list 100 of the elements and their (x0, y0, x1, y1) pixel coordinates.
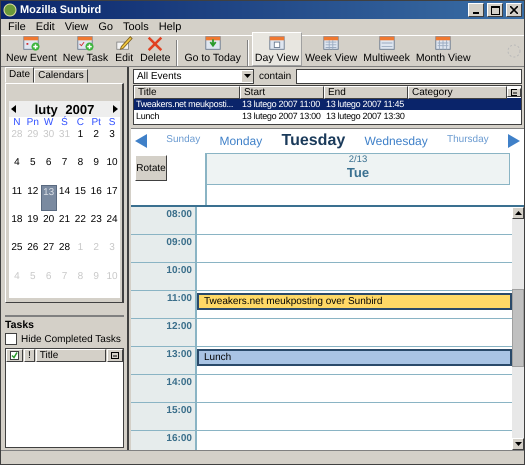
hour-label: 08:00 (131, 207, 197, 234)
hour-label: 12:00 (131, 319, 197, 346)
day-label[interactable]: Wednesday (364, 134, 428, 148)
weekday-label: Ś (60, 117, 69, 128)
checkbox[interactable] (5, 333, 17, 345)
event-row[interactable]: Tweakers.net meukposti... 13 lutego 2007 11:00 13 lutego 2007 11:45 (134, 98, 521, 110)
calendar-day[interactable]: 6 (46, 156, 52, 168)
hour-label: 13:00 (131, 347, 197, 374)
date-label: 2/13 (348, 154, 368, 165)
menu-item[interactable]: Help (154, 21, 186, 33)
calendar-day[interactable]: 22 (74, 213, 86, 225)
checkbox-label: Hide Completed Tasks (21, 334, 121, 344)
completed-column-header[interactable] (6, 349, 23, 362)
menu-item[interactable]: File (3, 21, 31, 33)
column-picker-icon (511, 89, 517, 96)
calendar-day[interactable]: 21 (58, 213, 70, 225)
previous-month-icon[interactable] (11, 105, 16, 113)
calendar-day[interactable]: 10 (106, 156, 118, 168)
delete-icon (148, 36, 162, 52)
event-block[interactable]: Tweakers.net meukposting over Sunbird (197, 293, 512, 310)
calendar-day[interactable]: 16 (90, 184, 102, 197)
maximize-button[interactable] (487, 3, 503, 17)
filter-dropdown[interactable]: All Events (133, 68, 254, 84)
toolbar-button[interactable]: Edit (111, 32, 138, 66)
weekday-label: N (12, 117, 22, 128)
next-month-icon[interactable] (112, 105, 118, 113)
search-field[interactable] (296, 68, 522, 84)
toolbar-button[interactable]: Go to Today (181, 32, 244, 66)
close-button[interactable] (506, 3, 522, 17)
calendar-day[interactable]: 17 (106, 184, 118, 197)
menu-item[interactable]: Edit (30, 21, 60, 33)
calendar-icon (324, 36, 339, 50)
previous-day-icon[interactable] (135, 134, 147, 148)
calendar-day[interactable]: 5 (30, 156, 36, 168)
toolbar-button[interactable]: Multiweek (360, 32, 413, 66)
calendar-day[interactable]: 7 (62, 156, 68, 168)
event-row[interactable]: Lunch 13 lutego 2007 13:00 13 lutego 2007 13:30 (134, 110, 521, 122)
month-title: luty 2007 (34, 102, 94, 116)
toolbar-button[interactable]: Week View (302, 32, 360, 66)
hour-label: 09:00 (131, 235, 197, 262)
toolbar-button[interactable]: New Event (3, 32, 60, 66)
sidebar-tab[interactable]: Calendars (34, 69, 88, 83)
calendar-day[interactable]: 4 (14, 156, 20, 168)
calendar-day[interactable]: 27 (43, 241, 54, 254)
column-header[interactable]: Category (408, 86, 507, 99)
calendar-day[interactable]: 9 (93, 156, 99, 168)
close-icon (510, 6, 518, 14)
column-picker-button[interactable] (507, 88, 521, 97)
hour-label: 10:00 (131, 263, 197, 290)
calendar-day[interactable]: 12 (27, 184, 38, 197)
calendar-day[interactable]: 25 (11, 241, 22, 254)
column-picker-icon (111, 352, 119, 359)
weekday-label: Pn (26, 117, 40, 128)
hour-label: 15:00 (131, 403, 197, 430)
sidebar-tab[interactable]: Date (5, 67, 34, 83)
checkmark-icon (10, 351, 19, 360)
minimize-button[interactable] (468, 3, 484, 17)
menu-item[interactable]: Tools (118, 21, 154, 33)
calendar-day[interactable]: 24 (106, 213, 118, 225)
calendar-day[interactable]: 28 (58, 241, 70, 254)
column-header[interactable]: Title (36, 349, 106, 362)
calendar-day[interactable]: 1 (78, 128, 84, 140)
calendar-day[interactable]: 26 (27, 241, 38, 254)
next-day-icon[interactable] (508, 134, 520, 148)
event-block[interactable]: Lunch (197, 349, 512, 366)
toolbar-button[interactable]: Day View (252, 32, 302, 66)
weekday-label: C (76, 117, 85, 128)
calendar-day[interactable]: 14 (58, 184, 70, 197)
toolbar-button[interactable]: New Task (60, 32, 112, 66)
calendar-day[interactable]: 19 (27, 213, 38, 225)
column-header[interactable]: Title (134, 86, 240, 99)
toolbar-button[interactable]: Month View (412, 32, 474, 66)
calendar-day[interactable]: 18 (11, 213, 22, 225)
toolbar-button[interactable]: Delete (137, 32, 174, 66)
hour-label: 14:00 (131, 375, 197, 402)
calendar-day[interactable]: 8 (78, 156, 84, 168)
calendar-day[interactable]: 11 (12, 184, 22, 197)
column-header[interactable]: End (324, 86, 408, 99)
calendar-icon (205, 36, 220, 50)
menu-item[interactable]: View (60, 21, 94, 33)
tasks-title: Tasks (5, 319, 35, 331)
weekday-label: W (42, 117, 54, 128)
scroll-up-icon (514, 211, 522, 215)
calendar-day[interactable]: 23 (90, 213, 102, 225)
rotate-button[interactable]: Rotate (135, 155, 167, 181)
calendar-day[interactable]: 15 (74, 184, 86, 197)
column-header[interactable]: ! (24, 349, 35, 362)
calendar-icon (269, 36, 285, 50)
column-picker-button[interactable] (107, 349, 123, 362)
day-label[interactable]: Monday (220, 134, 262, 148)
calendar-day[interactable]: 3 (109, 128, 115, 140)
scrollbar[interactable] (512, 207, 524, 450)
menu-item[interactable]: Go (93, 21, 118, 33)
window-title: Mozilla Sunbird (20, 4, 102, 16)
calendar-day[interactable]: 2 (93, 128, 99, 140)
column-header[interactable]: Start (240, 86, 324, 99)
dropdown-arrow-icon (244, 74, 251, 78)
spinner-icon (506, 43, 522, 59)
calendar-day[interactable]: 20 (43, 213, 54, 225)
day-label: Tuesday (282, 132, 346, 150)
